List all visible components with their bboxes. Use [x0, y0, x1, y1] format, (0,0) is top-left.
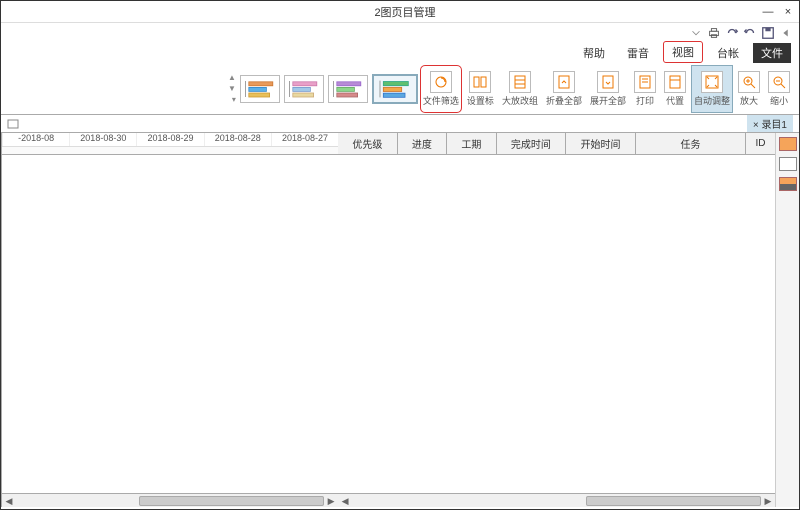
scroll-left-icon[interactable]: ◀ — [338, 494, 352, 508]
quick-access-toolbar — [1, 23, 799, 43]
document-tab[interactable]: 录目1 × — [747, 115, 793, 132]
tab-view[interactable]: 视图 — [663, 41, 703, 63]
table-hscroll[interactable]: ▶ ◀ — [338, 493, 775, 507]
col-start[interactable]: 开始时间 — [565, 133, 635, 154]
scroll-right-icon[interactable]: ▶ — [761, 494, 775, 508]
table-body[interactable] — [338, 155, 775, 493]
style-opt-2[interactable] — [328, 75, 368, 103]
print-icon[interactable] — [707, 26, 721, 40]
dropdown-icon[interactable] — [689, 26, 703, 40]
task-table-pane: ID 任务 开始时间 完成时间 工期 进度 优先级 ▶ ◀ — [338, 133, 775, 507]
timeline-header: 2018-08-27 2018-08-28 2018-08-29 2018-08… — [2, 133, 338, 147]
style-opt-3[interactable] — [284, 75, 324, 103]
style-opt-4[interactable] — [240, 75, 280, 103]
save-icon[interactable] — [761, 26, 775, 40]
col-progress[interactable]: 进度 — [397, 133, 446, 154]
col-id[interactable]: ID — [745, 133, 775, 154]
undo-icon[interactable] — [743, 26, 757, 40]
window-title: 2图页目管理 — [47, 4, 763, 20]
panel-toggle-icon[interactable] — [7, 118, 19, 130]
minimize-button[interactable]: — — [763, 7, 773, 17]
rb-zoomout[interactable]: 缩小 — [765, 65, 793, 113]
tab-ledger[interactable]: 台帐 — [709, 43, 747, 63]
col-task[interactable]: 任务 — [635, 133, 745, 154]
gallery-more-icon[interactable]: ▾ — [228, 95, 236, 104]
table-header: ID 任务 开始时间 完成时间 工期 进度 优先级 — [338, 133, 775, 155]
col-duration[interactable]: 工期 — [446, 133, 495, 154]
tab-audio[interactable]: 雷音 — [619, 43, 657, 63]
ribbon-tabs: 文件 台帐 视图 雷音 帮助 — [1, 43, 799, 63]
col-end[interactable]: 完成时间 — [496, 133, 566, 154]
style-gallery[interactable]: ▲ ▼ ▾ — [225, 73, 418, 104]
rb-zoomin[interactable]: 放大 — [735, 65, 763, 113]
col-priority[interactable]: 优先级 — [338, 133, 397, 154]
rb-expandall[interactable]: 展开全部 — [587, 65, 629, 113]
style-opt-1[interactable] — [372, 74, 418, 104]
scroll-left-icon[interactable]: ◀ — [2, 494, 16, 508]
rb-file-filter[interactable]: 文件筛选 — [420, 65, 462, 113]
tab-file[interactable]: 文件 — [753, 43, 791, 63]
scroll-right-icon[interactable]: ▶ — [324, 494, 338, 508]
gallery-down-icon[interactable]: ▼ — [228, 84, 236, 93]
rb-print[interactable]: 打印 — [631, 65, 659, 113]
back-icon[interactable] — [779, 26, 793, 40]
gantt-body[interactable] — [2, 155, 338, 493]
tab-help[interactable]: 帮助 — [575, 43, 613, 63]
gantt-hscroll[interactable]: ▶ ◀ — [2, 493, 338, 507]
rb-autofit[interactable]: 自动调整 — [691, 65, 733, 113]
rb-position[interactable]: 代置 — [661, 65, 689, 113]
rb-group-enlarge[interactable]: 大放改组 — [499, 65, 541, 113]
close-button[interactable]: × — [783, 7, 793, 17]
left-sidebar — [775, 133, 799, 507]
gantt-pane: 2018-08-27 2018-08-28 2018-08-29 2018-08… — [1, 133, 338, 507]
rb-collapseall[interactable]: 折叠全部 — [543, 65, 585, 113]
sidebar-view-2[interactable] — [779, 157, 797, 171]
sidebar-view-3[interactable] — [779, 177, 797, 191]
ribbon: 缩小 放大 自动调整 代置 打印 展开全部 折叠全部 大放改组 设置标 文件筛选… — [1, 63, 799, 115]
sidebar-view-1[interactable] — [779, 137, 797, 151]
rb-set-marker[interactable]: 设置标 — [464, 65, 497, 113]
redo-icon[interactable] — [725, 26, 739, 40]
gallery-up-icon[interactable]: ▲ — [228, 73, 236, 82]
